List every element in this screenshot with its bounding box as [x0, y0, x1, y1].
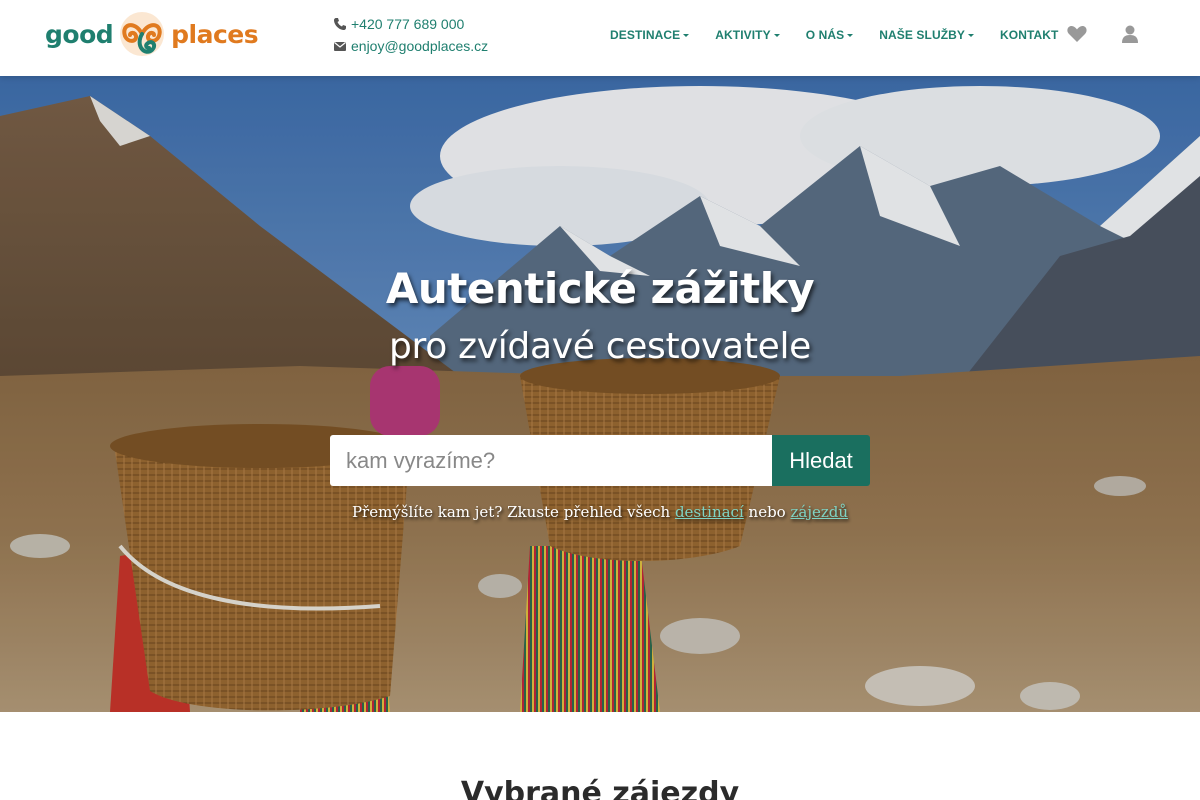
hero-background-image	[0, 76, 1200, 712]
nav-nase-sluzby[interactable]: NAŠE SLUŽBY	[879, 28, 975, 42]
nav-o-nas-label: O NÁS	[805, 28, 845, 42]
nav-destinace[interactable]: DESTINACE	[610, 28, 690, 42]
email-link[interactable]: enjoy@goodplaces.cz	[351, 35, 488, 57]
nav-o-nas[interactable]: O NÁS	[806, 28, 854, 42]
logo-text-places: places	[171, 19, 259, 49]
header-contact: +420 777 689 000 enjoy@goodplaces.cz	[333, 13, 488, 57]
main-nav: DESTINACE AKTIVITY O NÁS NAŠE SLUŽBY KON…	[610, 0, 1084, 70]
search-input[interactable]	[330, 435, 772, 486]
search-form: Hledat	[330, 435, 870, 486]
heart-icon[interactable]	[1066, 24, 1088, 44]
site-header: good places +420 777 689 000 enjoy@goodp…	[0, 0, 1200, 76]
envelope-icon	[334, 42, 346, 51]
logo-text-good: good	[45, 19, 114, 49]
featured-tours-heading: Vybrané zájezdy	[460, 776, 740, 800]
nav-kontakt[interactable]: KONTAKT	[1000, 28, 1058, 42]
contact-email-row: enjoy@goodplaces.cz	[333, 35, 488, 57]
hero-subtitle: pro zvídavé cestovatele	[388, 326, 812, 367]
destinations-link[interactable]: destinací	[675, 503, 744, 521]
nav-destinace-label: DESTINACE	[610, 28, 681, 42]
nav-aktivity[interactable]: AKTIVITY	[715, 28, 780, 42]
caret-down-icon	[847, 34, 854, 37]
tours-link[interactable]: zájezdů	[790, 503, 848, 521]
hero-title: Autentické zážitky	[385, 264, 815, 313]
hero-section: Autentické zážitky pro zvídavé cestovate…	[0, 76, 1200, 712]
contact-phone-row: +420 777 689 000	[333, 13, 488, 35]
logo-triskelion-icon	[120, 12, 165, 56]
caret-down-icon	[683, 34, 690, 37]
hint-middle: nebo	[748, 503, 786, 521]
caret-down-icon	[773, 34, 780, 37]
nav-aktivity-label: AKTIVITY	[715, 28, 771, 42]
hint-prefix: Přemýšlíte kam jet? Zkuste přehled všech	[351, 503, 671, 521]
phone-icon	[334, 18, 346, 30]
nav-kontakt-label: KONTAKT	[1000, 28, 1059, 42]
logo[interactable]: good places	[45, 10, 259, 58]
phone-link[interactable]: +420 777 689 000	[351, 13, 464, 35]
nav-nase-sluzby-label: NAŠE SLUŽBY	[879, 28, 966, 42]
caret-down-icon	[968, 34, 975, 37]
hero-hint: Přemýšlíte kam jet? Zkuste přehled všech…	[0, 503, 1200, 521]
user-icon[interactable]	[1119, 24, 1141, 44]
search-button[interactable]: Hledat	[772, 435, 870, 486]
